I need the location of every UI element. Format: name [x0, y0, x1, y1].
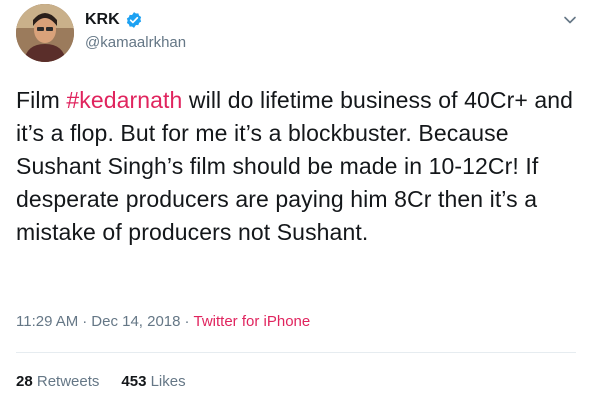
verified-badge-icon: [126, 12, 141, 28]
tweet-time[interactable]: 11:29 AM: [16, 313, 78, 330]
retweets-count: 28: [16, 373, 33, 390]
retweets-label: Retweets: [36, 373, 100, 390]
likes-stat[interactable]: 453 Likes: [121, 373, 185, 390]
tweet-text: Film #kedarnath will do lifetime busines…: [16, 84, 576, 249]
meta-separator: ·: [184, 313, 190, 330]
tweet-text-part: Film: [16, 87, 67, 113]
avatar-image: [16, 4, 74, 62]
display-name[interactable]: KRK: [85, 11, 120, 29]
hashtag-link[interactable]: #kedarnath: [66, 87, 182, 113]
likes-label: Likes: [150, 373, 186, 390]
divider: [16, 352, 576, 353]
tweet-stats: 28 Retweets 453 Likes: [16, 373, 186, 390]
retweets-stat[interactable]: 28 Retweets: [16, 373, 99, 390]
chevron-down-icon[interactable]: [562, 12, 578, 28]
likes-count: 453: [121, 373, 147, 390]
tweet-date[interactable]: Dec 14, 2018: [91, 313, 180, 330]
avatar[interactable]: [16, 4, 74, 62]
user-handle[interactable]: @kamaalrkhan: [85, 34, 186, 51]
tweet-source-link[interactable]: Twitter for iPhone: [194, 313, 311, 330]
tweet-meta: 11:29 AM · Dec 14, 2018 · Twitter for iP…: [16, 313, 310, 330]
meta-separator: ·: [82, 313, 88, 330]
user-name-row[interactable]: KRK: [85, 11, 143, 29]
